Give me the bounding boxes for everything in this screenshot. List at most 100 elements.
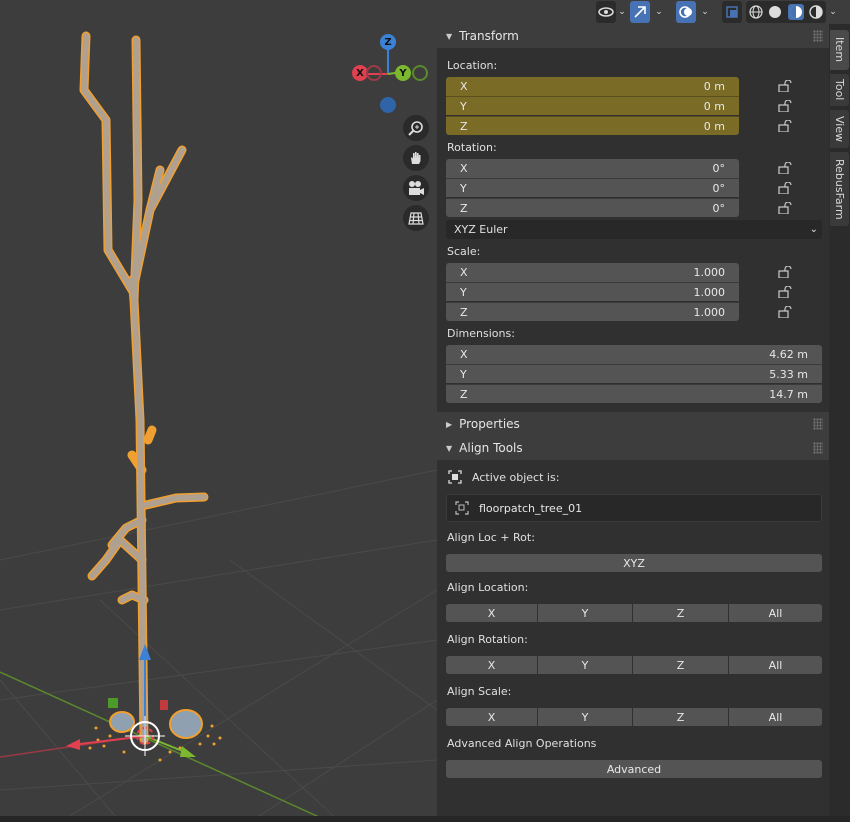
dimensions-y-field[interactable]: Y 5.33 m: [446, 364, 822, 383]
transform-panel-title: Transform: [459, 29, 519, 43]
drag-grip-icon[interactable]: [813, 30, 823, 42]
active-object-label: Active object is:: [472, 471, 560, 484]
eye-icon: [598, 7, 614, 17]
chevron-down-icon[interactable]: ⌄: [616, 5, 628, 19]
transform-panel-header[interactable]: ▼ Transform: [437, 24, 829, 48]
align-rotation-label: Align Rotation:: [447, 633, 528, 646]
align-location-label: Align Location:: [447, 581, 529, 594]
align-location-y-button[interactable]: Y: [538, 604, 632, 622]
zoom-icon: [408, 121, 423, 136]
triangle-right-icon: ▶: [446, 419, 453, 429]
align-rotation-z-button[interactable]: Z: [633, 656, 728, 674]
dimensions-label: Dimensions:: [447, 327, 515, 340]
overlay-icon: [679, 6, 692, 18]
tab-rebusfarm[interactable]: RebusFarm: [830, 152, 849, 226]
gizmo-neg-y-axis[interactable]: [412, 65, 428, 81]
align-location-all-button[interactable]: All: [729, 604, 822, 622]
triangle-down-icon: ▼: [446, 443, 453, 453]
gizmo-y-axis[interactable]: Y: [395, 65, 411, 81]
scale-x-field[interactable]: X 1.000: [446, 263, 739, 282]
align-location-z-button[interactable]: Z: [633, 604, 728, 622]
location-x-field[interactable]: X0 m: [446, 77, 739, 96]
object-select-icon: [448, 470, 462, 484]
visibility-button[interactable]: [596, 1, 616, 23]
lock-icon[interactable]: [778, 80, 792, 92]
scale-y-field[interactable]: Y 1.000: [446, 282, 739, 301]
object-transform-gizmo[interactable]: [66, 644, 196, 757]
align-scale-all-button[interactable]: All: [729, 708, 822, 726]
chevron-down-icon[interactable]: ⌄: [653, 5, 665, 19]
camera-icon: [409, 181, 424, 195]
tree-object[interactable]: [79, 31, 209, 745]
pan-button[interactable]: [403, 145, 429, 171]
chevron-down-icon: ⌄: [809, 224, 818, 235]
rotation-label: Rotation:: [447, 141, 497, 154]
align-rotation-all-button[interactable]: All: [729, 656, 822, 674]
lock-icon[interactable]: [778, 306, 792, 318]
align-loc-rot-xyz-button[interactable]: XYZ: [446, 554, 822, 572]
properties-panel-header[interactable]: ▶ Properties: [437, 412, 829, 436]
location-z-field[interactable]: Z0 m: [446, 116, 739, 135]
location-y-field[interactable]: Y0 m: [446, 96, 739, 115]
scale-z-field[interactable]: Z 1.000: [446, 302, 739, 321]
xray-icon: [726, 6, 738, 18]
lock-icon[interactable]: [778, 286, 792, 298]
object-data-icon: [455, 501, 469, 515]
tab-item[interactable]: Item: [830, 30, 849, 70]
floor-grid: [0, 469, 438, 822]
align-scale-y-button[interactable]: Y: [538, 708, 632, 726]
rotation-mode-select[interactable]: XYZ Euler ⌄: [446, 220, 822, 239]
lock-icon[interactable]: [778, 202, 792, 214]
y-axis-line: [0, 671, 331, 822]
chevron-down-icon[interactable]: ⌄: [827, 5, 839, 19]
rotation-z-field[interactable]: Z 0°: [446, 198, 739, 217]
ortho-toggle-button[interactable]: [403, 205, 429, 231]
dimensions-z-field[interactable]: Z 14.7 m: [446, 384, 822, 403]
shading-mode-group[interactable]: [746, 1, 826, 23]
overlay-toggle-button[interactable]: [676, 1, 696, 23]
dimensions-x-field[interactable]: X 4.62 m: [446, 345, 822, 364]
align-location-x-button[interactable]: X: [446, 604, 537, 622]
lock-icon[interactable]: [778, 120, 792, 132]
rotation-y-field[interactable]: Y 0°: [446, 178, 739, 197]
wireframe-icon[interactable]: [749, 5, 763, 19]
properties-panel-title: Properties: [459, 417, 520, 431]
drag-grip-icon[interactable]: [813, 418, 823, 430]
align-scale-x-button[interactable]: X: [446, 708, 537, 726]
lock-icon[interactable]: [778, 100, 792, 112]
location-label: Location:: [447, 59, 498, 72]
hand-pan-icon: [411, 152, 421, 164]
camera-view-button[interactable]: [403, 175, 429, 201]
tab-tool[interactable]: Tool: [830, 74, 849, 106]
align-rotation-y-button[interactable]: Y: [538, 656, 632, 674]
align-tools-panel-title: Align Tools: [459, 441, 523, 455]
triangle-down-icon: ▼: [446, 31, 453, 41]
align-loc-rot-label: Align Loc + Rot:: [447, 531, 535, 544]
active-object-field[interactable]: floorpatch_tree_01: [446, 494, 822, 522]
align-tools-panel-header[interactable]: ▼ Align Tools: [437, 436, 829, 460]
tab-view[interactable]: View: [830, 110, 849, 148]
gizmo-neg-z-axis[interactable]: [380, 97, 396, 113]
xray-toggle-button[interactable]: [722, 1, 742, 23]
zoom-button[interactable]: [403, 115, 429, 141]
sidebar-tabs: Item Tool View RebusFarm: [829, 24, 850, 816]
drag-grip-icon[interactable]: [813, 442, 823, 454]
lock-icon[interactable]: [778, 182, 792, 194]
solid-icon[interactable]: [768, 5, 782, 19]
align-rotation-x-button[interactable]: X: [446, 656, 537, 674]
grid-ortho-icon: [408, 212, 424, 225]
advanced-align-label: Advanced Align Operations: [447, 737, 597, 750]
status-bar: [0, 816, 850, 822]
n-panel-sidebar: ▼ Transform Location: X0 m Y0 m Z0 m Rot…: [437, 24, 829, 816]
gizmo-toggle-button[interactable]: [630, 1, 650, 23]
gizmo-z-axis[interactable]: Z: [380, 34, 396, 50]
rotation-x-field[interactable]: X 0°: [446, 159, 739, 178]
lock-icon[interactable]: [778, 162, 792, 174]
align-scale-z-button[interactable]: Z: [633, 708, 728, 726]
advanced-button[interactable]: Advanced: [446, 760, 822, 778]
gizmo-neg-x-axis[interactable]: [366, 65, 382, 81]
lock-icon[interactable]: [778, 266, 792, 278]
chevron-down-icon[interactable]: ⌄: [699, 5, 711, 19]
rendered-icon[interactable]: [809, 5, 823, 19]
material-preview-icon[interactable]: [787, 4, 804, 20]
